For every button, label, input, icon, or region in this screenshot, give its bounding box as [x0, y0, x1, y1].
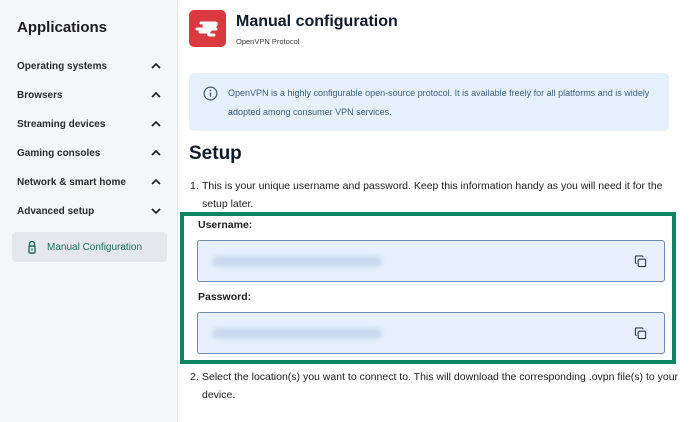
password-field[interactable]	[197, 312, 665, 354]
sidebar-item-label: Advanced setup	[17, 205, 95, 217]
step-number: 2.	[190, 371, 199, 383]
step-number: 1.	[190, 180, 199, 192]
sidebar-item-operating-systems[interactable]: Operating systems	[17, 56, 162, 76]
expressvpn-logo	[189, 10, 226, 47]
username-label: Username:	[198, 219, 253, 231]
sidebar-item-manual-configuration[interactable]: Manual Configuration	[12, 232, 167, 262]
copy-icon[interactable]	[634, 255, 647, 268]
sidebar-item-label: Operating systems	[17, 60, 108, 72]
step-text: This is your unique username and passwor…	[202, 180, 663, 210]
chevron-up-icon	[151, 120, 161, 127]
copy-icon[interactable]	[634, 327, 647, 340]
sidebar-item-label: Gaming consoles	[17, 147, 101, 159]
logo-icon	[195, 21, 218, 37]
setup-heading: Setup	[189, 143, 242, 164]
sidebar-item-advanced-setup[interactable]: Advanced setup	[17, 201, 162, 221]
sidebar-title: Applications	[17, 19, 108, 36]
sidebar-item-gaming-consoles[interactable]: Gaming consoles	[17, 143, 162, 163]
sidebar: Applications Operating systems Browsers …	[0, 0, 178, 422]
info-icon	[203, 86, 218, 101]
username-field[interactable]	[197, 240, 665, 282]
chevron-up-icon	[151, 62, 161, 69]
redacted-password	[212, 328, 382, 339]
chevron-up-icon	[151, 149, 161, 156]
info-banner: OpenVPN is a highly configurable open-so…	[189, 73, 669, 131]
lock-icon	[28, 240, 36, 254]
password-label: Password:	[198, 291, 252, 303]
chevron-up-icon	[151, 178, 161, 185]
sidebar-item-label: Streaming devices	[17, 118, 106, 130]
page-title: Manual configuration	[236, 13, 398, 30]
info-text: OpenVPN is a highly configurable open-so…	[228, 88, 650, 117]
redacted-username	[212, 256, 382, 267]
chevron-down-icon	[151, 208, 161, 215]
chevron-up-icon	[151, 91, 161, 98]
sidebar-item-network-smart-home[interactable]: Network & smart home	[17, 172, 162, 192]
page-subtitle: OpenVPN Protocol	[236, 37, 300, 46]
sidebar-item-streaming-devices[interactable]: Streaming devices	[17, 114, 162, 134]
sidebar-item-browsers[interactable]: Browsers	[17, 85, 162, 105]
sidebar-item-label: Browsers	[17, 89, 63, 101]
step-text: Select the location(s) you want to conne…	[202, 371, 679, 401]
sidebar-item-label: Manual Configuration	[47, 241, 143, 253]
sidebar-item-label: Network & smart home	[17, 176, 126, 188]
